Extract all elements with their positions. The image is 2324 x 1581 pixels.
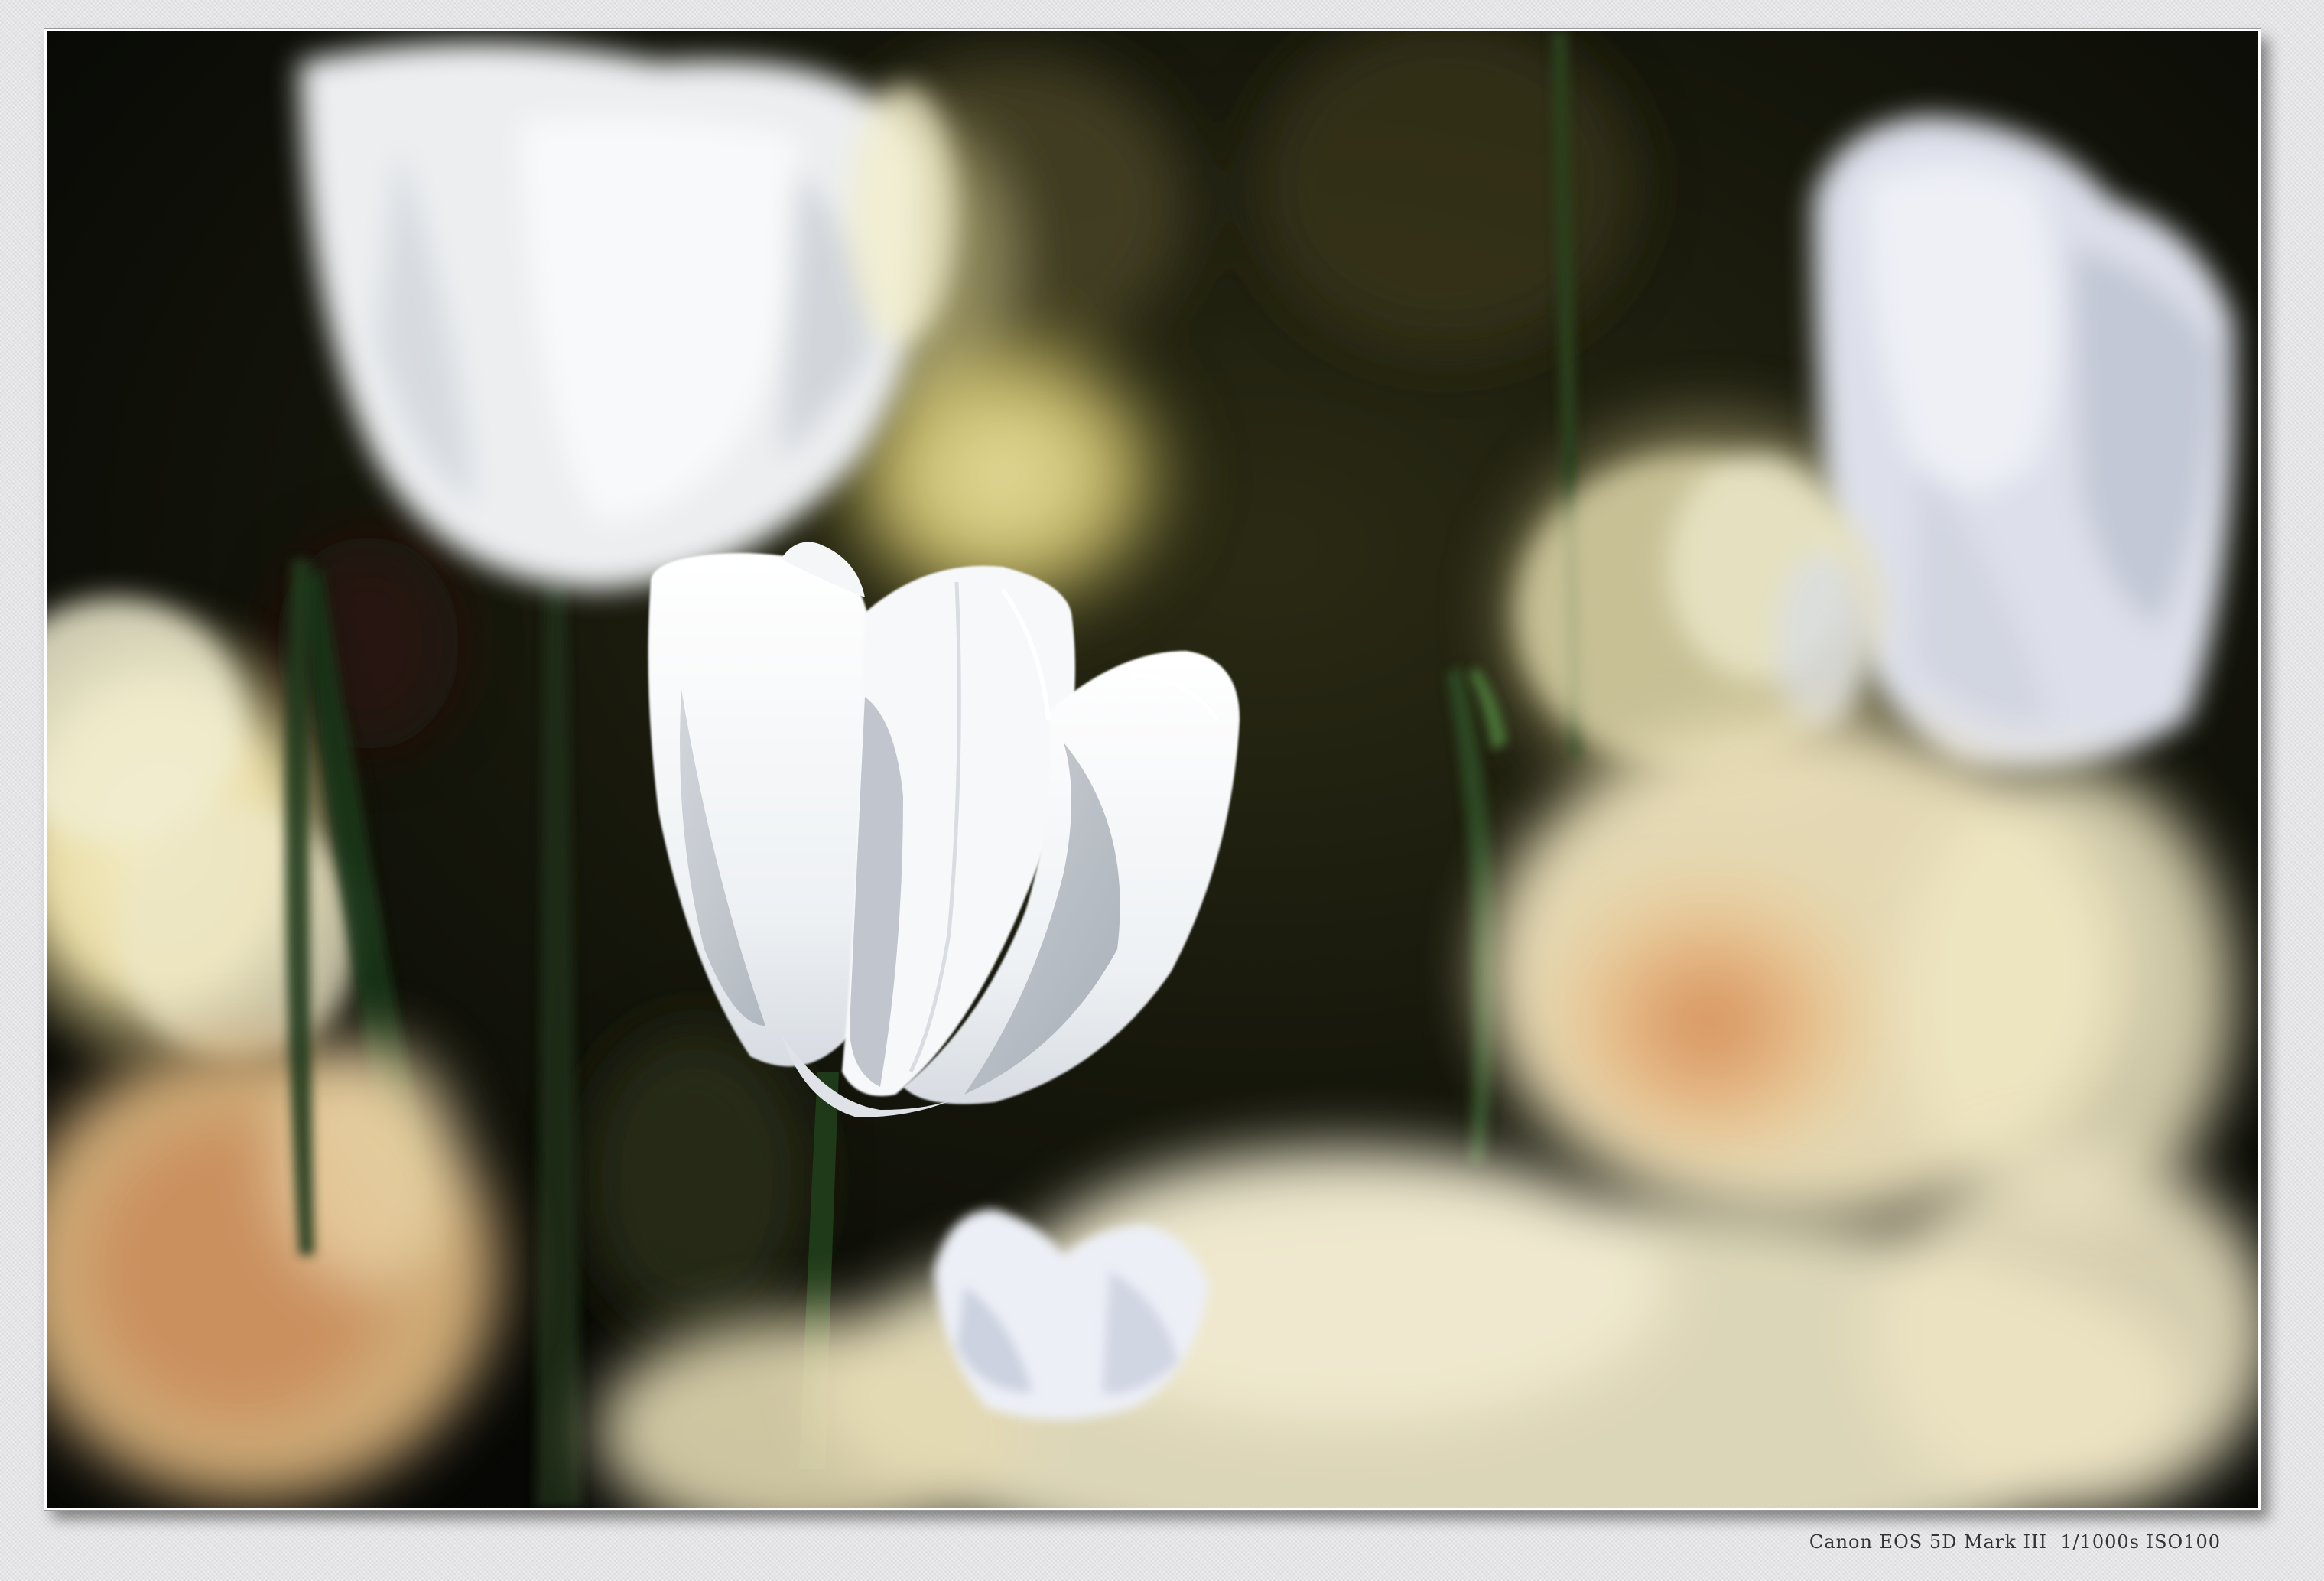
exposure-settings: 1/1000s ISO100 bbox=[2060, 1531, 2221, 1553]
tulip-photo bbox=[47, 31, 2258, 1508]
photo-frame bbox=[44, 28, 2261, 1511]
exif-caption: Canon EOS 5D Mark III 1/1000s ISO100 bbox=[1809, 1531, 2221, 1553]
camera-model: Canon EOS 5D Mark III bbox=[1809, 1531, 2047, 1553]
